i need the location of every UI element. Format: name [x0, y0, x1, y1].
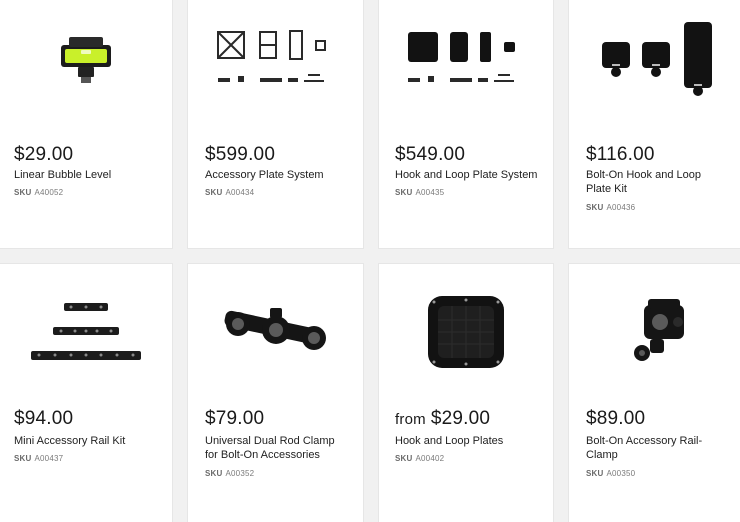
product-name[interactable]: Linear Bubble Level: [14, 168, 164, 182]
product-card[interactable]: $94.00 Mini Accessory Rail Kit SKU A00437: [0, 264, 172, 522]
product-sku: SKU A00402: [395, 454, 444, 463]
product-sku: SKU A40052: [14, 188, 63, 197]
sku-value: A00436: [606, 203, 636, 212]
product-name[interactable]: Accessory Plate System: [205, 168, 355, 182]
sku-label: SKU: [14, 188, 32, 197]
bolt-on-plate-kit-icon[interactable]: [569, 0, 740, 120]
plate-system-icon[interactable]: [188, 0, 363, 120]
rail-kit-icon[interactable]: [0, 264, 172, 399]
product-price: $89.00: [586, 408, 646, 429]
product-price: $29.00: [14, 144, 74, 165]
rod-clamp-icon[interactable]: [188, 264, 363, 399]
sku-value: A00350: [606, 469, 636, 478]
sku-label: SKU: [586, 469, 604, 478]
sku-value: A40052: [34, 188, 64, 197]
sku-label: SKU: [205, 469, 223, 478]
price-prefix: from: [395, 411, 426, 428]
product-price: $116.00: [586, 144, 655, 165]
product-price: $599.00: [205, 144, 276, 165]
bubble-level-icon[interactable]: [0, 0, 172, 120]
product-price: $549.00: [395, 144, 466, 165]
product-sku: SKU A00437: [14, 454, 63, 463]
product-sku: SKU A00434: [205, 188, 254, 197]
product-sku: SKU A00436: [586, 203, 635, 212]
sku-label: SKU: [586, 203, 604, 212]
product-card[interactable]: $549.00 Hook and Loop Plate System SKU A0…: [379, 0, 553, 248]
hook-loop-plate-icon[interactable]: [379, 264, 553, 399]
sku-value: A00435: [415, 188, 445, 197]
price-value: $29.00: [430, 408, 491, 429]
product-card[interactable]: $79.00 Universal Dual Rod Clamp for Bolt…: [188, 264, 363, 522]
sku-label: SKU: [395, 454, 413, 463]
product-card[interactable]: from $29.00 Hook and Loop Plates SKU A0040…: [379, 264, 553, 522]
sku-value: A00402: [415, 454, 445, 463]
sku-label: SKU: [395, 188, 413, 197]
product-sku: SKU A00352: [205, 469, 254, 478]
product-card[interactable]: $599.00 Accessory Plate System SKU A00434: [188, 0, 363, 248]
product-name[interactable]: Bolt-On Hook and Loop Plate Kit: [586, 168, 716, 196]
product-price: $79.00: [205, 408, 265, 429]
product-sku: SKU A00435: [395, 188, 444, 197]
product-name[interactable]: Mini Accessory Rail Kit: [14, 434, 164, 448]
product-price: from $29.00: [395, 408, 490, 430]
product-name[interactable]: Hook and Loop Plates: [395, 434, 545, 448]
product-sku: SKU A00350: [586, 469, 635, 478]
sku-value: A00352: [225, 469, 255, 478]
product-name[interactable]: Universal Dual Rod Clamp for Bolt-On Acc…: [205, 434, 345, 462]
product-price: $94.00: [14, 408, 74, 429]
product-name[interactable]: Bolt-On Accessory Rail-Clamp: [586, 434, 716, 462]
product-card[interactable]: $116.00 Bolt-On Hook and Loop Plate Kit …: [569, 0, 740, 248]
rail-clamp-icon[interactable]: [569, 264, 740, 399]
product-card[interactable]: $29.00 Linear Bubble Level SKU A40052: [0, 0, 172, 248]
product-card[interactable]: $89.00 Bolt-On Accessory Rail-Clamp SKU A…: [569, 264, 740, 522]
sku-label: SKU: [14, 454, 32, 463]
hook-loop-system-icon[interactable]: [379, 0, 553, 120]
sku-value: A00437: [34, 454, 64, 463]
product-name[interactable]: Hook and Loop Plate System: [395, 168, 545, 182]
sku-label: SKU: [205, 188, 223, 197]
sku-value: A00434: [225, 188, 255, 197]
